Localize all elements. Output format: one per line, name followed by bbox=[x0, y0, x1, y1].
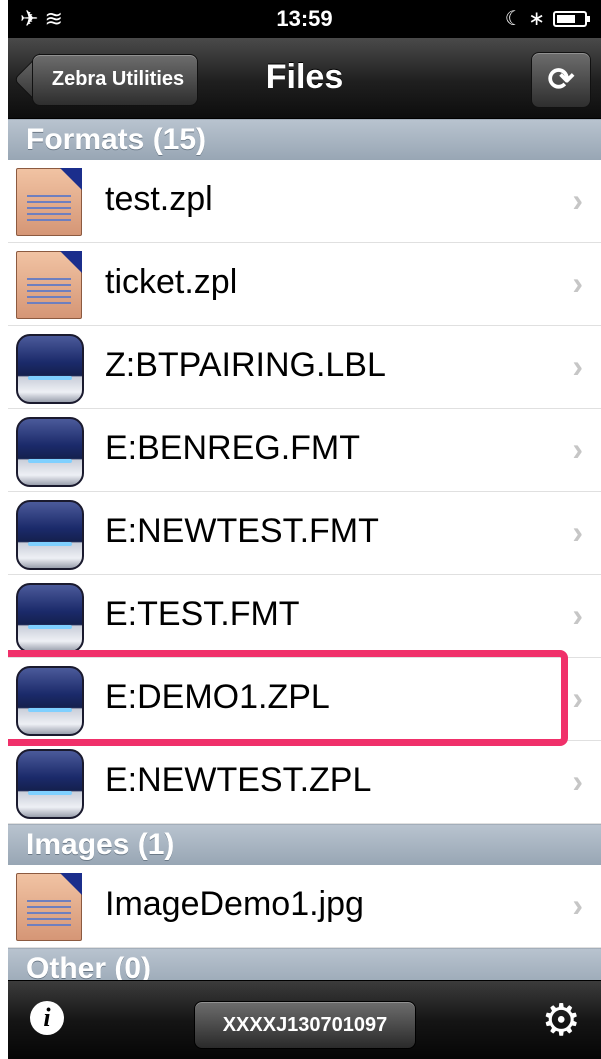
screen: ✈ ≋ 13:59 ☾ ∗ Zebra Utilities Files ⟳ Fo… bbox=[8, 0, 601, 1059]
refresh-icon: ⟳ bbox=[547, 61, 575, 97]
file-name: ticket.zpl bbox=[105, 263, 238, 301]
printer-serial-button[interactable]: XXXXJ130701097 bbox=[194, 1001, 416, 1049]
gear-icon[interactable]: ⚙ bbox=[542, 995, 581, 1046]
file-list: Formats (15) test.zpl › ticket.zpl › Z:BTPAIR… bbox=[8, 119, 601, 989]
printer-icon bbox=[16, 583, 84, 653]
chevron-right-icon: › bbox=[572, 680, 583, 716]
list-item[interactable]: Z:BTPAIRING.LBL › bbox=[8, 326, 601, 409]
chevron-right-icon: › bbox=[572, 265, 583, 301]
document-icon bbox=[16, 251, 82, 319]
file-name: test.zpl bbox=[105, 180, 213, 218]
list-item[interactable]: E:BENREG.FMT › bbox=[8, 409, 601, 492]
printer-icon bbox=[16, 417, 84, 487]
list-item[interactable]: ImageDemo1.jpg › bbox=[8, 865, 601, 948]
list-item[interactable]: E:TEST.FMT › bbox=[8, 575, 601, 658]
list-item[interactable]: ticket.zpl › bbox=[8, 243, 601, 326]
chevron-right-icon: › bbox=[572, 763, 583, 799]
info-button[interactable]: i bbox=[30, 1001, 64, 1035]
file-name: Z:BTPAIRING.LBL bbox=[105, 346, 386, 384]
printer-icon bbox=[16, 749, 84, 819]
file-name: E:BENREG.FMT bbox=[105, 429, 361, 467]
file-name: E:NEWTEST.ZPL bbox=[105, 761, 372, 799]
list-item[interactable]: test.zpl › bbox=[8, 160, 601, 243]
file-name: ImageDemo1.jpg bbox=[105, 885, 364, 923]
chevron-right-icon: › bbox=[572, 431, 583, 467]
status-right-icons: ☾ ∗ bbox=[504, 6, 590, 31]
chevron-right-icon: › bbox=[572, 514, 583, 550]
bottom-toolbar: i XXXXJ130701097 ⚙ bbox=[8, 980, 601, 1059]
document-icon bbox=[16, 873, 82, 941]
file-name: E:NEWTEST.FMT bbox=[105, 512, 379, 550]
file-name: E:TEST.FMT bbox=[105, 595, 300, 633]
battery-icon bbox=[553, 10, 590, 27]
chevron-right-icon: › bbox=[572, 887, 583, 923]
chevron-right-icon: › bbox=[572, 348, 583, 384]
navigation-bar: Zebra Utilities Files ⟳ bbox=[8, 38, 601, 119]
printer-icon bbox=[16, 500, 84, 570]
highlight-box bbox=[8, 650, 568, 746]
chevron-right-icon: › bbox=[572, 597, 583, 633]
document-icon bbox=[16, 168, 82, 236]
chevron-right-icon: › bbox=[572, 182, 583, 218]
refresh-button[interactable]: ⟳ bbox=[531, 52, 591, 108]
list-item[interactable]: E:NEWTEST.ZPL › bbox=[8, 741, 601, 824]
printer-icon bbox=[16, 334, 84, 404]
moon-bluetooth-icon: ☾ ∗ bbox=[504, 8, 545, 30]
status-bar: ✈ ≋ 13:59 ☾ ∗ bbox=[8, 0, 601, 38]
page-title: Files bbox=[265, 58, 344, 96]
list-item[interactable]: E:NEWTEST.FMT › bbox=[8, 492, 601, 575]
section-header: Formats (15) bbox=[8, 119, 601, 160]
section-header: Images (1) bbox=[8, 824, 601, 865]
